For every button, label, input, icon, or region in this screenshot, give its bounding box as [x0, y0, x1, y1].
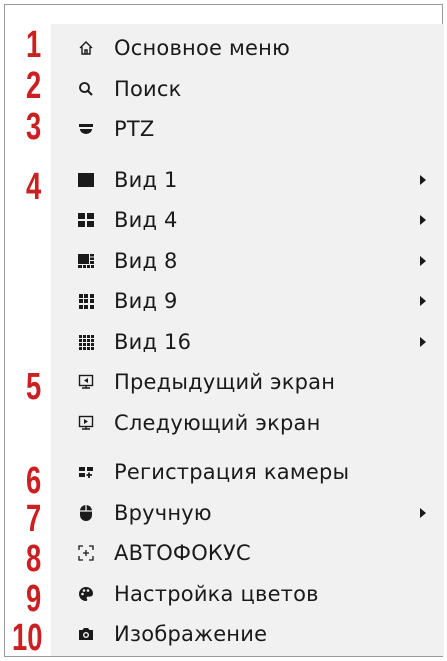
menu-item-label: Вид 4	[114, 208, 178, 232]
submenu-arrow-icon	[420, 175, 426, 185]
view-1-icon	[77, 171, 95, 189]
menu-item-label: Предыдущий экран	[114, 370, 336, 394]
home-icon	[77, 39, 95, 57]
view-16-icon	[77, 333, 95, 351]
menu-item-label: PTZ	[114, 117, 155, 141]
mouse-icon	[77, 504, 95, 522]
view-9-icon	[77, 292, 95, 310]
menu-item-view-1[interactable]: Вид 1	[51, 160, 444, 200]
menu-item-search[interactable]: Поиск	[51, 69, 444, 109]
menu-item-camera-registration[interactable]: Регистрация камеры	[51, 452, 444, 492]
menu-item-view-9[interactable]: Вид 9	[51, 281, 444, 321]
callout-number: 4	[26, 166, 42, 208]
ptz-camera-icon	[77, 120, 95, 138]
submenu-arrow-icon	[420, 337, 426, 347]
color-palette-icon	[77, 585, 95, 603]
menu-item-label: Вид 8	[114, 249, 178, 273]
menu-item-previous-screen[interactable]: Предыдущий экран	[51, 362, 444, 402]
menu-item-ptz[interactable]: PTZ	[51, 109, 444, 149]
menu-item-label: АВТОФОКУС	[114, 541, 251, 565]
callout-number: 7	[26, 498, 42, 540]
menu-item-label: Основное меню	[114, 36, 290, 60]
view-8-icon	[77, 252, 95, 270]
callout-number: 1	[26, 24, 42, 66]
autofocus-icon	[77, 544, 95, 562]
submenu-arrow-icon	[420, 508, 426, 518]
next-screen-icon	[77, 414, 95, 432]
menu-item-label: Настройка цветов	[114, 582, 319, 606]
search-icon	[77, 80, 95, 98]
menu-item-view-4[interactable]: Вид 4	[51, 200, 444, 240]
menu-item-label: Вид 16	[114, 330, 192, 354]
callout-number: 10	[12, 617, 43, 659]
menu-item-autofocus[interactable]: АВТОФОКУС	[51, 533, 444, 573]
menu-item-label: Следующий экран	[114, 411, 321, 435]
menu-item-view-8[interactable]: Вид 8	[51, 241, 444, 281]
menu-item-label: Вид 1	[114, 168, 178, 192]
previous-screen-icon	[77, 373, 95, 391]
submenu-arrow-icon	[420, 215, 426, 225]
camera-icon	[77, 625, 95, 643]
submenu-arrow-icon	[420, 256, 426, 266]
view-4-icon	[77, 211, 95, 229]
menu-item-manual[interactable]: Вручную	[51, 493, 444, 533]
menu-item-color-settings[interactable]: Настройка цветов	[51, 574, 444, 614]
callout-number: 2	[26, 65, 42, 107]
callout-number: 3	[26, 106, 42, 148]
menu-item-view-16[interactable]: Вид 16	[51, 322, 444, 362]
menu-item-label: Изображение	[114, 622, 268, 646]
menu-item-image[interactable]: Изображение	[51, 614, 444, 654]
callout-number: 5	[26, 366, 42, 408]
callout-number: 9	[26, 578, 42, 620]
callout-number: 6	[26, 460, 42, 502]
menu-item-main-menu[interactable]: Основное меню	[51, 28, 444, 68]
context-menu: Основное меню Поиск PTZ Вид 1 Вид 4 Вид …	[51, 24, 444, 656]
menu-item-next-screen[interactable]: Следующий экран	[51, 403, 444, 443]
menu-item-label: Вручную	[114, 501, 212, 525]
menu-item-label: Поиск	[114, 77, 182, 101]
camera-register-icon	[77, 463, 95, 481]
submenu-arrow-icon	[420, 296, 426, 306]
menu-item-label: Регистрация камеры	[114, 460, 350, 484]
callout-number: 8	[26, 538, 42, 580]
menu-item-label: Вид 9	[114, 289, 178, 313]
